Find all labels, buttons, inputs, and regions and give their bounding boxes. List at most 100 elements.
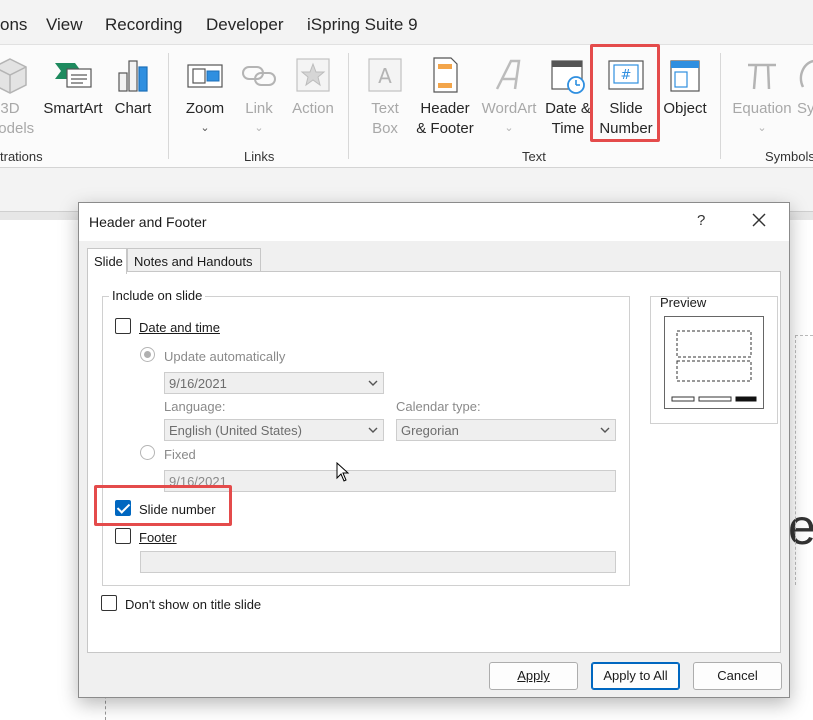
cancel-button-label: Cancel (717, 668, 758, 683)
zoom-chevron-down-icon: ⌄ (200, 122, 210, 134)
apply-button[interactable]: Apply (489, 662, 578, 690)
link-chevron-down-icon: ⌄ (254, 122, 264, 134)
zoom-icon (187, 64, 223, 88)
date-time-button[interactable]: Date & Time (540, 53, 596, 149)
dialog-title: Header and Footer (89, 214, 207, 230)
footer-label-text: Footer (139, 530, 177, 545)
wordart-button[interactable]: WordArt ⌄ (480, 53, 538, 149)
include-on-slide-legend: Include on slide (109, 288, 206, 303)
language-select[interactable]: English (United States) (164, 419, 384, 441)
links-group-label: Links (244, 149, 275, 164)
footer-label: Footer (139, 530, 177, 545)
group-separator (348, 53, 349, 159)
calendar-type-label: Calendar type: (396, 399, 481, 414)
tab-animations[interactable]: ons (0, 15, 27, 35)
chart-button[interactable]: Chart (110, 53, 156, 149)
footer-checkbox[interactable] (115, 528, 131, 544)
object-icon (670, 60, 700, 92)
link-icon (242, 66, 276, 86)
preview-group: Preview (650, 295, 778, 424)
tab-slide[interactable]: Slide (87, 248, 127, 274)
slide-tab-panel: Include on slide Date and time Update au… (87, 271, 781, 653)
tab-notes-handouts[interactable]: Notes and Handouts (127, 248, 261, 272)
date-time-label-text: Date and time (139, 320, 220, 335)
tab-ispring-suite[interactable]: iSpring Suite 9 (307, 15, 418, 35)
ribbon: 3D Models SmartArt Chart trations Zoom ⌄ (0, 44, 813, 168)
mouse-pointer-icon (336, 462, 350, 482)
wordart-chevron-down-icon: ⌄ (504, 122, 514, 134)
header-footer-icon (433, 57, 458, 93)
dont-show-on-title-slide-checkbox[interactable] (101, 595, 117, 611)
close-icon[interactable] (751, 212, 767, 228)
group-separator (168, 53, 169, 159)
object-label: Object (663, 100, 707, 117)
smartart-label: SmartArt (43, 100, 103, 117)
calendar-clock-icon (551, 60, 585, 94)
date-time-checkbox[interactable] (115, 318, 131, 334)
symbol-label: Sy (797, 100, 813, 117)
wordart-label: WordArt (481, 100, 537, 117)
wordart-icon (495, 59, 521, 90)
preview-slide-thumbnail (664, 316, 764, 409)
slide-number-checkbox-highlight-box (94, 485, 232, 526)
3d-models-label: 3D Models (0, 100, 35, 137)
tab-view[interactable]: View (46, 15, 83, 35)
dialog-titlebar: Header and Footer ? (79, 203, 789, 241)
text-box-icon: A (368, 58, 402, 92)
calendar-type-value: Gregorian (401, 423, 459, 438)
update-automatically-label: Update automatically (164, 349, 286, 364)
header-footer-button[interactable]: Header & Footer (412, 53, 478, 149)
chevron-down-icon (368, 380, 378, 386)
text-group-label: Text (522, 149, 546, 164)
zoom-label: Zoom (185, 100, 225, 117)
footer-input[interactable] (140, 551, 616, 573)
pi-icon (748, 63, 776, 90)
fixed-radio[interactable] (140, 445, 155, 460)
chart-label: Chart (114, 100, 152, 117)
include-on-slide-group: Include on slide (102, 288, 630, 586)
header-footer-dialog: Header and Footer ? Slide Notes and Hand… (78, 202, 790, 698)
apply-to-all-button[interactable]: Apply to All (591, 662, 680, 690)
preview-layout-graphic (671, 330, 757, 402)
help-button[interactable]: ? (697, 212, 705, 229)
star-icon (296, 58, 330, 92)
tab-developer[interactable]: Developer (206, 15, 284, 35)
language-value: English (United States) (169, 423, 302, 438)
bar-chart-icon (118, 60, 148, 92)
language-label: Language: (164, 399, 226, 414)
text-box-button[interactable]: A Text Box (360, 53, 410, 149)
date-format-select[interactable]: 9/16/2021 (164, 372, 384, 394)
link-label: Link (245, 100, 273, 117)
date-time-label: Date and time (139, 320, 220, 335)
header-footer-label: Header & Footer (416, 100, 474, 137)
text-box-label: Text Box (371, 100, 399, 137)
slide-number-highlight-box (590, 44, 660, 142)
apply-to-all-button-label: Apply to All (603, 668, 668, 683)
equation-button[interactable]: Equation ⌄ (730, 53, 794, 149)
symbol-button[interactable]: Sy (795, 53, 813, 149)
action-label: Action (292, 100, 334, 117)
ribbon-tab-bar: ons View Recording Developer iSpring Sui… (0, 0, 813, 44)
tab-recording[interactable]: Recording (105, 15, 183, 35)
omega-icon (799, 60, 813, 88)
preview-legend: Preview (660, 295, 707, 310)
object-button[interactable]: Object (658, 53, 712, 149)
cancel-button[interactable]: Cancel (693, 662, 782, 690)
apply-button-label: Apply (517, 668, 550, 683)
smartart-button[interactable]: SmartArt (40, 53, 106, 149)
zoom-button[interactable]: Zoom ⌄ (180, 53, 230, 149)
update-automatically-radio[interactable] (140, 347, 155, 362)
date-format-value: 9/16/2021 (169, 376, 227, 391)
symbols-group-label: Symbols (765, 149, 813, 164)
calendar-type-select[interactable]: Gregorian (396, 419, 616, 441)
3d-models-button[interactable]: 3D Models (0, 53, 40, 149)
smartart-icon (55, 63, 92, 88)
link-button[interactable]: Link ⌄ (236, 53, 282, 149)
dont-show-on-title-slide-label: Don't show on title slide (125, 597, 262, 612)
chevron-down-icon (368, 427, 378, 433)
illustrations-group-label: trations (0, 149, 43, 164)
equation-label: Equation (732, 100, 792, 117)
group-separator (720, 53, 721, 159)
date-time-label: Date & Time (545, 100, 591, 137)
action-button[interactable]: Action (286, 53, 340, 149)
